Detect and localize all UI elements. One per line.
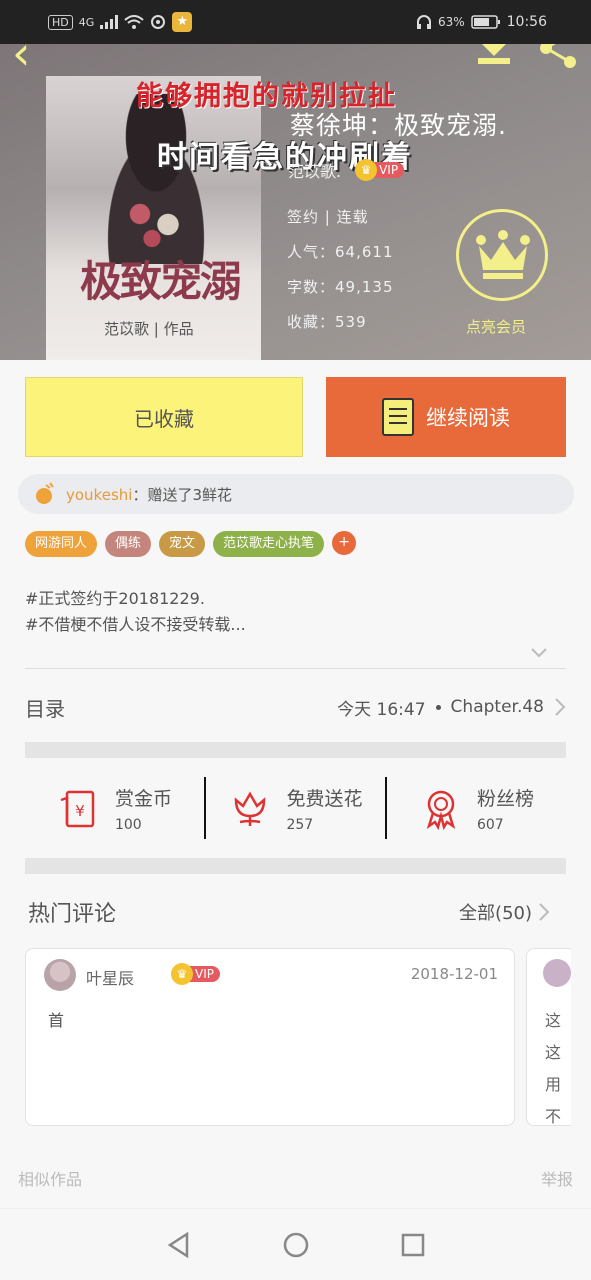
- reward-coins[interactable]: ¥ 赏金币 100: [25, 784, 204, 833]
- battery-icon: [470, 15, 500, 29]
- send-flower[interactable]: 免费送花 257: [206, 784, 385, 833]
- gift-user[interactable]: youkeshi: [66, 486, 132, 504]
- section-divider: [25, 742, 566, 758]
- similar-works-link[interactable]: 相似作品: [18, 1166, 82, 1190]
- collected-button[interactable]: 已收藏: [25, 377, 303, 457]
- vip-badge: ♛ VIP: [355, 159, 405, 181]
- crown-icon: ♛: [171, 963, 193, 985]
- tag-list: 网游同人 偶练 宠文 范苡歌走心执笔 +: [25, 531, 357, 557]
- cover-flowers: [116, 186, 196, 256]
- chevron-right-icon: [539, 903, 550, 921]
- signed-status: 签约 | 连载: [287, 208, 369, 226]
- comment-card[interactable]: 这这用不: [526, 948, 571, 1126]
- table-of-contents-row[interactable]: 目录 今天 16:47 Chapter.48: [25, 686, 566, 728]
- author-row[interactable]: 范苡歌. ♛ VIP: [288, 158, 405, 182]
- red-envelope-icon: ¥: [60, 790, 95, 828]
- comment-text: 首: [48, 1011, 65, 1030]
- member-crown-button[interactable]: [456, 209, 548, 301]
- popularity: 人气：64,611: [287, 243, 394, 261]
- hd-badge: HD: [48, 14, 73, 30]
- gift-banner[interactable]: youkeshi：赠送了3鲜花: [18, 474, 574, 514]
- member-label[interactable]: 点亮会员: [466, 316, 526, 337]
- network-label: 4G: [78, 15, 95, 29]
- gift-text: ：赠送了3鲜花: [132, 485, 232, 504]
- report-link[interactable]: 举报: [541, 1166, 573, 1190]
- comment-user[interactable]: 叶星辰: [86, 965, 134, 989]
- comment-date: 2018-12-01: [410, 965, 498, 983]
- wifi-icon: [124, 15, 144, 29]
- sync-icon: [151, 15, 166, 29]
- home-circle-icon[interactable]: [282, 1231, 310, 1259]
- signal-icon: [100, 15, 119, 29]
- tag[interactable]: 范苡歌走心执笔: [213, 531, 325, 557]
- hot-comments-title: 热门评论: [28, 902, 117, 927]
- tag[interactable]: 宠文: [159, 531, 206, 557]
- separator-dot: [435, 704, 441, 710]
- continue-reading-button[interactable]: 继续阅读: [326, 377, 566, 457]
- flower-icon: [235, 791, 266, 826]
- book-icon: [382, 398, 414, 436]
- svg-text:¥: ¥: [75, 802, 85, 820]
- crown-icon: ♛: [355, 159, 378, 181]
- book-cover[interactable]: 极致宠溺 范苡歌 | 作品: [46, 76, 261, 360]
- toc-updated: 今天 16:47: [337, 699, 426, 720]
- tag[interactable]: 偶练: [105, 531, 152, 557]
- toc-chapter: Chapter.48: [450, 697, 544, 717]
- vip-badge: ♛ VIP: [171, 963, 220, 985]
- fan-ranking[interactable]: 粉丝榜 607: [387, 784, 566, 833]
- cover-author: 范苡歌 | 作品: [104, 320, 194, 338]
- divider: [25, 668, 566, 669]
- hand-wave-icon: [36, 482, 54, 504]
- battery-percent: 63%: [437, 15, 465, 29]
- status-bar: HD 4G ★ 63% 10:56: [0, 0, 591, 44]
- tag[interactable]: 网游同人: [25, 531, 98, 557]
- clock: 10:56: [506, 14, 547, 30]
- chevron-down-icon[interactable]: [530, 644, 548, 662]
- toc-label: 目录: [25, 696, 65, 721]
- cover-title: 极致宠溺: [80, 257, 242, 306]
- hot-comments-header: 热门评论 全部(50): [28, 896, 550, 928]
- book-header: ‹ 极致宠溺 范苡歌 | 作品 能够拥抱的就别拉扯 蔡徐坤：极致宠溺. 时间看急…: [0, 28, 591, 360]
- add-tag-button[interactable]: +: [332, 531, 357, 555]
- headphone-icon: [416, 15, 431, 29]
- all-comments-link[interactable]: 全部(50): [459, 899, 550, 925]
- comment-text: 这这用不: [545, 1011, 562, 1126]
- system-nav-bar: [0, 1208, 591, 1280]
- avatar[interactable]: [44, 959, 76, 991]
- section-divider: [25, 858, 566, 874]
- chevron-right-icon: [555, 698, 566, 716]
- avatar[interactable]: [543, 959, 571, 987]
- crown-icon: [476, 230, 530, 279]
- medal-icon: [426, 790, 456, 830]
- author-name[interactable]: 范苡歌.: [288, 158, 341, 182]
- book-description: #正式签约于20181229. #不借梗不借人设不接受转载...: [25, 589, 246, 634]
- reward-stats: ¥ 赏金币 100 免费送花 257 粉丝榜 607: [25, 770, 566, 846]
- comment-card[interactable]: 叶星辰 ♛ VIP 2018-12-01 首: [25, 948, 515, 1126]
- app-star-icon: ★: [172, 12, 193, 32]
- recent-apps-icon[interactable]: [399, 1231, 427, 1259]
- favorites-count: 收藏：539: [287, 313, 367, 331]
- back-triangle-icon[interactable]: [165, 1231, 193, 1259]
- word-count: 字数：49,135: [287, 278, 394, 296]
